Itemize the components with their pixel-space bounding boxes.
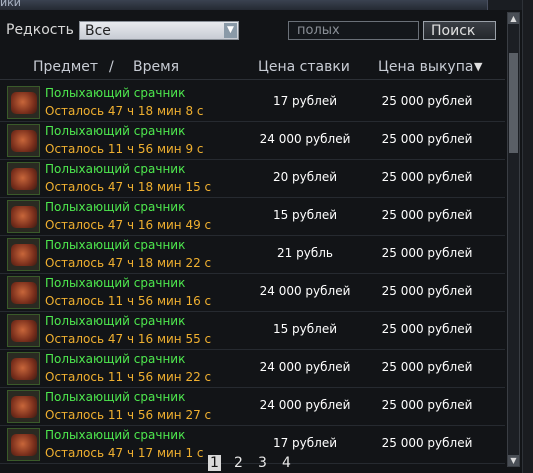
search-input[interactable]: полых — [288, 21, 419, 40]
time-left: Осталось 11 ч 56 мин 16 с — [45, 294, 212, 308]
buyout-price: 25 000 рублей — [381, 284, 473, 298]
item-thumbnail[interactable] — [7, 390, 40, 423]
rarity-label: Редкость — [6, 22, 74, 38]
bid-price: 21 рубль — [277, 246, 333, 260]
lot-row[interactable]: Полыхающий срачник Осталось 47 ч 16 мин 5… — [0, 312, 505, 350]
bid-price: 15 рублей — [272, 208, 338, 222]
item-name[interactable]: Полыхающий срачник — [45, 276, 185, 290]
scroll-thumb[interactable] — [509, 53, 518, 153]
item-thumbnail[interactable] — [7, 200, 40, 233]
scroll-down-icon[interactable]: ▼ — [508, 455, 519, 466]
time-left: Осталось 11 ч 56 мин 9 с — [45, 142, 204, 156]
item-icon — [11, 282, 37, 304]
time-left: Осталось 47 ч 16 мин 55 с — [45, 332, 212, 346]
item-name[interactable]: Полыхающий срачник — [45, 200, 185, 214]
item-thumbnail[interactable] — [7, 162, 40, 195]
lot-row[interactable]: Полыхающий срачник Осталось 11 ч 56 мин 2… — [0, 388, 505, 426]
item-icon — [11, 130, 37, 152]
column-header-item[interactable]: Предмет — [33, 59, 98, 75]
column-header-buyout[interactable]: Цена выкупа — [378, 59, 473, 75]
rarity-select[interactable]: Все ▼ — [79, 21, 239, 40]
item-thumbnail[interactable] — [7, 124, 40, 157]
page-3[interactable]: 3 — [258, 455, 267, 471]
item-name[interactable]: Полыхающий срачник — [45, 162, 185, 176]
window-title: ики — [0, 0, 21, 9]
time-left: Осталось 47 ч 18 мин 15 с — [45, 180, 212, 194]
lot-row[interactable]: Полыхающий срачник Осталось 47 ч 18 мин 2… — [0, 236, 505, 274]
bid-price: 24 000 рублей — [259, 132, 351, 146]
buyout-price: 25 000 рублей — [381, 132, 473, 146]
bid-price: 17 рублей — [272, 436, 338, 450]
buyout-price: 25 000 рублей — [381, 398, 473, 412]
item-name[interactable]: Полыхающий срачник — [45, 314, 185, 328]
lot-row[interactable]: Полыхающий срачник Осталось 11 ч 56 мин 9… — [0, 122, 505, 160]
window-titlebar: ики — [0, 0, 533, 10]
item-name[interactable]: Полыхающий срачник — [45, 238, 185, 252]
item-thumbnail[interactable] — [7, 86, 40, 119]
bid-price: 24 000 рублей — [259, 398, 351, 412]
lot-row[interactable]: Полыхающий срачник Осталось 11 ч 56 мин 2… — [0, 350, 505, 388]
filter-bar: Редкость Все ▼ полых Поиск — [0, 12, 505, 52]
column-header-separator: / — [109, 59, 114, 75]
page-1[interactable]: 1 — [208, 455, 221, 471]
search-button[interactable]: Поиск — [423, 21, 496, 40]
pagination: 1 2 3 4 — [0, 455, 505, 473]
search-placeholder: полых — [297, 23, 340, 38]
item-name[interactable]: Полыхающий срачник — [45, 352, 185, 366]
auction-window: ики Редкость Все ▼ полых Поиск Предмет /… — [0, 0, 533, 473]
scroll-up-icon[interactable]: ▲ — [508, 13, 519, 24]
page-4[interactable]: 4 — [282, 455, 291, 471]
chevron-down-icon[interactable]: ▼ — [224, 23, 237, 38]
item-icon — [11, 244, 37, 266]
rarity-select-value: Все — [85, 23, 111, 39]
search-button-label: Поиск — [431, 23, 476, 39]
bid-price: 24 000 рублей — [259, 284, 351, 298]
lot-list: Полыхающий срачник Осталось 47 ч 18 мин 8… — [0, 84, 505, 464]
column-header-time[interactable]: Время — [133, 59, 179, 75]
buyout-price: 25 000 рублей — [381, 322, 473, 336]
item-thumbnail[interactable] — [7, 276, 40, 309]
item-icon — [11, 358, 37, 380]
lot-row[interactable]: Полыхающий срачник Осталось 47 ч 16 мин 4… — [0, 198, 505, 236]
bid-price: 15 рублей — [272, 322, 338, 336]
buyout-price: 25 000 рублей — [381, 94, 473, 108]
column-header-bid[interactable]: Цена ставки — [258, 59, 350, 75]
table-header: Предмет / Время Цена ставки Цена выкупа … — [0, 57, 505, 80]
item-icon — [11, 168, 37, 190]
time-left: Осталось 47 ч 16 мин 49 с — [45, 218, 212, 232]
buyout-price: 25 000 рублей — [381, 208, 473, 222]
item-icon — [11, 206, 37, 228]
buyout-price: 25 000 рублей — [381, 170, 473, 184]
sort-desc-icon[interactable]: ▼ — [474, 60, 482, 73]
item-thumbnail[interactable] — [7, 314, 40, 347]
item-name[interactable]: Полыхающий срачник — [45, 390, 185, 404]
time-left: Осталось 47 ч 18 мин 8 с — [45, 104, 204, 118]
lot-row[interactable]: Полыхающий срачник Осталось 47 ч 18 мин 8… — [0, 84, 505, 122]
item-icon — [11, 396, 37, 418]
lot-row[interactable]: Полыхающий срачник Осталось 47 ч 18 мин 1… — [0, 160, 505, 198]
bid-price: 20 рублей — [272, 170, 338, 184]
item-name[interactable]: Полыхающий срачник — [45, 428, 185, 442]
item-icon — [11, 320, 37, 342]
buyout-price: 25 000 рублей — [381, 246, 473, 260]
scrollbar[interactable]: ▲ ▼ — [507, 12, 520, 467]
window-frame — [522, 0, 533, 473]
bid-price: 24 000 рублей — [259, 360, 351, 374]
item-name[interactable]: Полыхающий срачник — [45, 86, 185, 100]
item-name[interactable]: Полыхающий срачник — [45, 124, 185, 138]
lot-row[interactable]: Полыхающий срачник Осталось 11 ч 56 мин 1… — [0, 274, 505, 312]
page-2[interactable]: 2 — [234, 455, 243, 471]
time-left: Осталось 47 ч 18 мин 22 с — [45, 256, 212, 270]
item-icon — [11, 434, 37, 456]
buyout-price: 25 000 рублей — [381, 436, 473, 450]
item-thumbnail[interactable] — [7, 352, 40, 385]
buyout-price: 25 000 рублей — [381, 360, 473, 374]
bid-price: 17 рублей — [272, 94, 338, 108]
time-left: Осталось 11 ч 56 мин 22 с — [45, 370, 212, 384]
item-icon — [11, 92, 37, 114]
item-thumbnail[interactable] — [7, 238, 40, 271]
time-left: Осталось 11 ч 56 мин 27 с — [45, 408, 212, 422]
